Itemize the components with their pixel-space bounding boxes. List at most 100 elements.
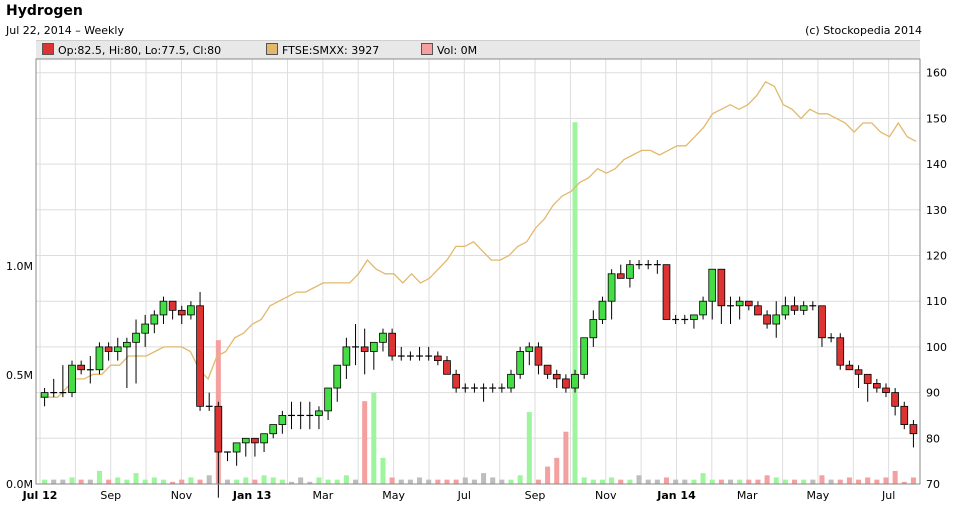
- volume-bar: [261, 475, 267, 484]
- volume-bar: [325, 479, 331, 484]
- volume-bar: [627, 479, 633, 484]
- candle-body: [187, 305, 195, 316]
- candle-body: [799, 305, 808, 311]
- volume-bar: [819, 475, 825, 484]
- candle-body: [132, 332, 140, 343]
- candle-body: [196, 305, 204, 407]
- time-axis-label: Sep: [525, 489, 546, 502]
- candle-body: [690, 314, 698, 320]
- volume-axis-label: 0.0M: [6, 478, 33, 491]
- candle-body: [891, 392, 899, 407]
- volume-bar: [874, 479, 880, 484]
- candle-body: [873, 383, 881, 389]
- volume-bar: [718, 479, 724, 484]
- volume-bar: [435, 479, 441, 484]
- volume-bar: [279, 479, 285, 484]
- candle-body: [562, 378, 570, 389]
- candle-body: [708, 268, 717, 302]
- candle-body: [735, 300, 744, 307]
- volume-bar: [334, 479, 340, 484]
- volume-bar: [572, 122, 578, 484]
- volume-bar: [243, 477, 249, 484]
- price-axis-label: 70: [926, 478, 940, 491]
- volume-bar: [115, 477, 121, 484]
- candle-body: [177, 309, 186, 316]
- price-axis-label: 130: [926, 204, 947, 217]
- volume-bar: [142, 479, 148, 484]
- candle-body: [369, 341, 378, 352]
- candle-body: [836, 337, 845, 366]
- volume-axis-label: 0.5M: [6, 369, 33, 382]
- volume-bar: [773, 477, 779, 484]
- candle-body: [616, 273, 625, 279]
- candle-body: [744, 300, 753, 307]
- candle-body: [589, 319, 598, 339]
- volume-bar: [846, 477, 852, 484]
- candle-body: [123, 341, 131, 348]
- volume-bar: [417, 477, 423, 484]
- candle-body: [95, 346, 104, 371]
- time-axis-label: Jul: [457, 489, 471, 502]
- volume-bar: [727, 479, 734, 484]
- volume-bar: [526, 412, 532, 484]
- volume-bar: [234, 479, 240, 484]
- volume-bar: [563, 431, 569, 484]
- volume-bar: [581, 477, 587, 484]
- price-axis-label: 110: [926, 295, 947, 308]
- candle-body: [626, 264, 634, 279]
- volume-bar: [755, 479, 761, 484]
- candle-body: [571, 373, 579, 389]
- candle-body: [754, 305, 762, 316]
- volume-bar: [298, 477, 304, 484]
- volume-bar: [343, 475, 349, 484]
- candle-body: [278, 415, 287, 425]
- volume-bar: [270, 477, 276, 484]
- price-chart: 708090100110120130140150160Jul 12 Sep Nov J…: [6, 58, 947, 502]
- volume-bar: [764, 475, 770, 484]
- candle-body: [214, 405, 223, 453]
- volume-bar: [782, 479, 788, 484]
- volume-bar: [554, 457, 560, 484]
- time-axis-label: Sep: [100, 489, 121, 502]
- volume-bar: [545, 466, 551, 484]
- price-axis-label: 160: [926, 67, 947, 80]
- price-axis-label: 80: [926, 432, 940, 445]
- candle-body: [141, 323, 150, 334]
- volume-bar: [471, 479, 477, 484]
- candle-body: [534, 346, 543, 366]
- volume-bar: [51, 479, 57, 484]
- volume-bar: [700, 473, 706, 484]
- volume-bar: [599, 479, 605, 484]
- volume-bar: [910, 477, 916, 484]
- volume-bar: [206, 475, 212, 484]
- volume-bar: [380, 457, 386, 484]
- volume-bar: [636, 475, 642, 484]
- volume-bar: [490, 477, 496, 484]
- plot-area: [35, 58, 921, 485]
- volume-bar: [654, 479, 660, 484]
- volume-bar: [709, 479, 715, 484]
- candle-body: [854, 369, 863, 375]
- candle-body: [516, 351, 524, 375]
- volume-bar: [517, 475, 523, 484]
- volume-bar: [426, 479, 432, 484]
- candle-body: [150, 314, 159, 325]
- candle-body: [113, 346, 122, 352]
- candle-body: [241, 437, 250, 444]
- volume-bar: [481, 473, 487, 484]
- candle-body: [434, 355, 442, 362]
- volume-bar: [792, 479, 798, 484]
- volume-bar: [197, 479, 203, 484]
- candle-body: [662, 264, 671, 320]
- time-axis-label: Mar: [312, 489, 333, 502]
- volume-bar: [746, 479, 752, 484]
- volume-bar: [453, 479, 459, 484]
- candle-body: [525, 346, 534, 352]
- volume-bar: [883, 477, 889, 484]
- candle-body: [379, 332, 387, 343]
- volume-bar: [856, 479, 862, 484]
- volume-bar: [508, 479, 514, 484]
- volume-bar: [810, 479, 816, 484]
- candle-body: [607, 273, 616, 302]
- candle-body: [552, 373, 561, 380]
